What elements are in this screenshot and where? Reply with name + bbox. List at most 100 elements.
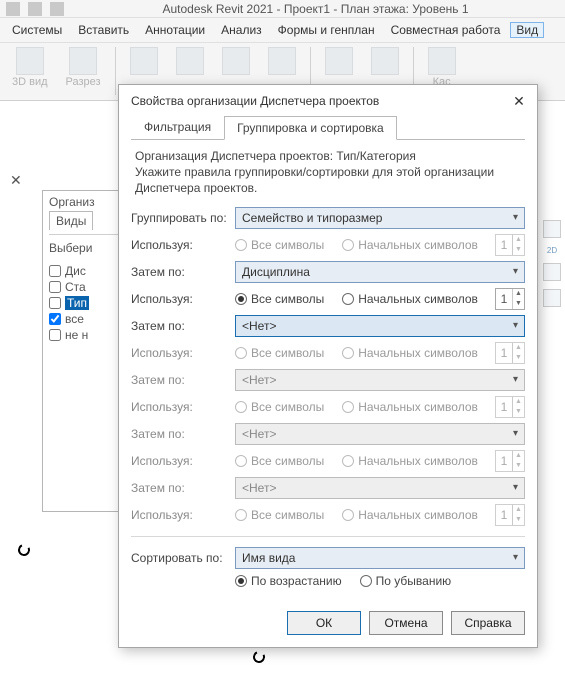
combo-value: <Нет> [242,481,276,495]
ok-button[interactable]: ОК [287,611,361,635]
chevron-down-icon: ▾ [513,212,518,223]
tab-filter[interactable]: Фильтрация [131,115,224,139]
ribbon-button[interactable] [172,47,208,75]
label-using: Используя: [131,238,227,252]
ribbon-icon [222,47,250,75]
combo-group-3[interactable]: <Нет> ▾ [235,315,525,337]
dialog-tabs: Фильтрация Группировка и сортировка [131,115,525,140]
ribbon-button[interactable] [264,47,300,75]
ribbon-button-3dview[interactable]: 3D вид [8,47,52,88]
ribbon-button[interactable] [218,47,254,75]
intro-line-1: Организация Диспетчера проектов: Тип/Кат… [135,148,521,164]
dialog-title-text: Свойства организации Диспетчера проектов [131,94,379,108]
chevron-down-icon[interactable]: ▼ [513,353,524,363]
checkbox[interactable] [49,265,61,277]
ribbon-icon [268,47,296,75]
ribbon-icon [325,47,353,75]
checkbox[interactable] [49,297,61,309]
ribbon-separator [115,47,116,95]
radio-all-chars: Все символы [235,454,324,468]
tab-grouping[interactable]: Группировка и сортировка [224,116,397,140]
ribbon-icon [176,47,204,75]
spin-chars[interactable]: 1▲▼ [495,288,525,310]
menu-item[interactable]: Совместная работа [385,22,507,38]
palette-icon[interactable] [543,263,561,281]
app-title: Autodesk Revit 2021 - Проект1 - План эта… [72,2,559,16]
intro-line-2: Укажите правила группировки/сортировки д… [135,164,521,196]
checkbox[interactable] [49,281,61,293]
section-icon [69,47,97,75]
combo-value: <Нет> [242,373,276,387]
ribbon-button[interactable] [367,47,403,75]
palette-icon[interactable] [543,220,561,238]
panel-close-icon[interactable]: ✕ [10,172,22,189]
chevron-down-icon: ▼ [513,407,524,417]
radio-descending[interactable]: По убыванию [360,574,452,588]
palette-icon[interactable] [543,289,561,307]
label-using: Используя: [131,400,227,414]
combo-value: <Нет> [242,319,276,333]
chevron-down-icon: ▾ [513,266,518,277]
ribbon-button[interactable] [126,47,162,75]
label-then-by: Затем по: [131,319,227,333]
qat-icon [50,2,64,16]
menu-item[interactable]: Вставить [72,22,135,38]
menu-item-view[interactable]: Вид [510,22,544,38]
palette-label: 2D [547,246,557,255]
cancel-button[interactable]: Отмена [369,611,443,635]
label-group-by: Группировать по: [131,211,227,225]
label-using: Используя: [131,346,227,360]
radio-all-chars[interactable]: Все символы [235,346,324,360]
menu-item[interactable]: Системы [6,22,68,38]
menu-item[interactable]: Анализ [215,22,268,38]
radio-lead-chars[interactable]: Начальных символов [342,346,478,360]
checkbox[interactable] [49,313,61,325]
radio-lead-chars[interactable]: Начальных символов [342,292,478,306]
ribbon-icon [428,47,456,75]
help-button[interactable]: Справка [451,611,525,635]
combo-sort[interactable]: Имя вида ▾ [235,547,525,569]
radio-all-chars: Все символы [235,400,324,414]
panel-tab-views[interactable]: Виды [49,211,93,230]
spin-chars[interactable]: 1▲▼ [495,342,525,364]
chevron-down-icon: ▼ [513,461,524,471]
chevron-up-icon[interactable]: ▲ [513,289,524,299]
chevron-up-icon[interactable]: ▲ [513,235,524,245]
close-icon[interactable]: ✕ [511,93,527,109]
busy-cursor-icon [16,542,31,557]
spin-chars: 1▲▼ [495,396,525,418]
label-then-by: Затем по: [131,427,227,441]
spin-chars[interactable]: 1▲▼ [495,234,525,256]
chevron-down-icon: ▾ [513,482,518,493]
ribbon-button[interactable] [321,47,357,75]
browser-org-dialog: Свойства организации Диспетчера проектов… [118,84,538,648]
chevron-up-icon[interactable]: ▲ [513,343,524,353]
chevron-down-icon[interactable]: ▼ [513,299,524,309]
label-using: Используя: [131,508,227,522]
chevron-down-icon: ▾ [513,552,518,563]
menu-item[interactable]: Формы и генплан [272,22,381,38]
checkbox[interactable] [49,329,61,341]
chevron-down-icon: ▼ [513,515,524,525]
ribbon-button[interactable]: Кас [424,47,460,88]
combo-group-6: <Нет> ▾ [235,477,525,499]
dialog-button-row: ОК Отмена Справка [119,603,537,647]
menu-item[interactable]: Аннотации [139,22,211,38]
qat-icon [6,2,20,16]
combo-group-5: <Нет> ▾ [235,423,525,445]
chevron-down-icon: ▾ [513,374,518,385]
combo-group-2[interactable]: Дисциплина ▾ [235,261,525,283]
ribbon-button-section[interactable]: Разрез [62,47,105,88]
combo-value: Семейство и типоразмер [242,211,382,225]
radio-lead-chars[interactable]: Начальных символов [342,238,478,252]
menu-bar: Системы Вставить Аннотации Анализ Формы … [0,18,565,43]
label-then-by: Затем по: [131,373,227,387]
divider [131,536,525,537]
title-bar: Autodesk Revit 2021 - Проект1 - План эта… [0,0,565,18]
chevron-down-icon[interactable]: ▼ [513,245,524,255]
radio-all-chars[interactable]: Все символы [235,238,324,252]
radio-ascending[interactable]: По возрастанию [235,574,342,588]
radio-all-chars[interactable]: Все символы [235,292,324,306]
combo-group-1[interactable]: Семейство и типоразмер ▾ [235,207,525,229]
dialog-intro: Организация Диспетчера проектов: Тип/Кат… [135,148,521,197]
